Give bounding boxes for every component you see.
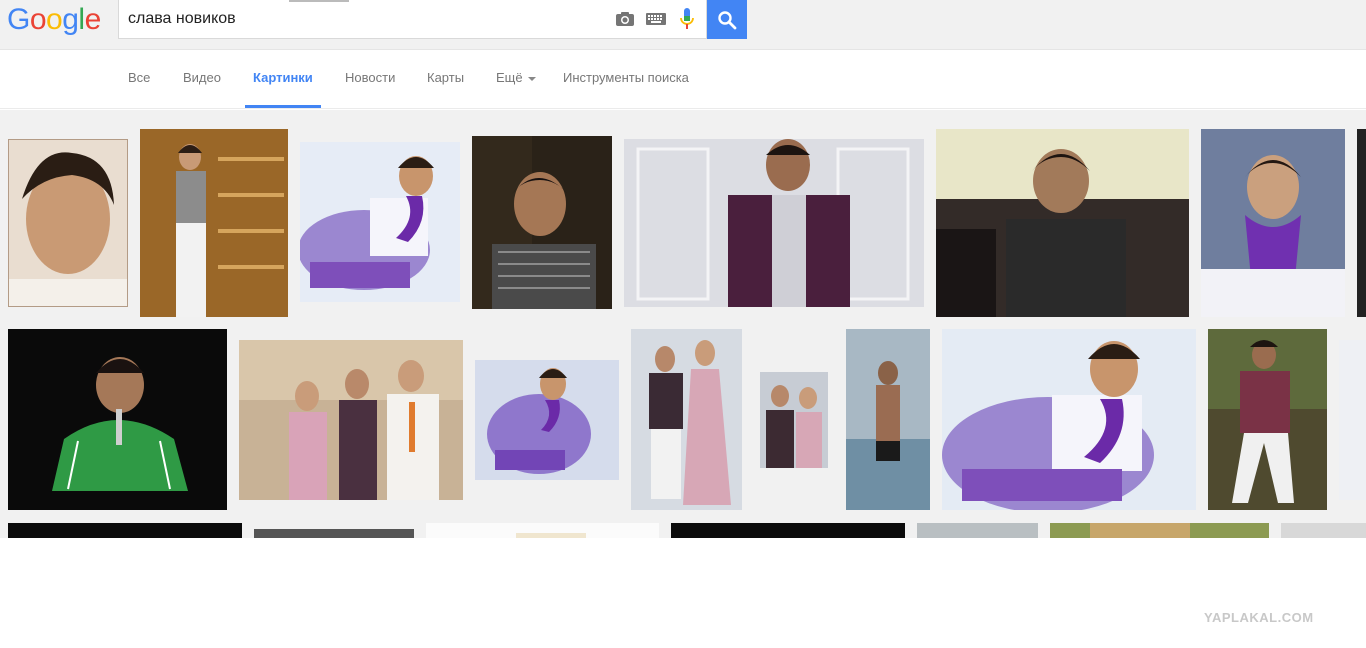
tab-video[interactable]: Видео (183, 51, 221, 109)
image-result[interactable] (846, 329, 930, 510)
image-result[interactable] (631, 329, 742, 510)
tab-images[interactable]: Картинки (253, 51, 313, 109)
image-result[interactable] (1201, 129, 1345, 317)
tab-more-label: Ещё (496, 70, 523, 85)
tab-news[interactable]: Новости (345, 51, 395, 109)
image-result[interactable] (254, 529, 414, 538)
mic-icon[interactable] (676, 7, 698, 30)
camera-icon[interactable] (614, 8, 636, 30)
google-images-page: Google Все Видео Картинки Нов (0, 0, 1366, 648)
logo-letter: e (84, 3, 102, 36)
search-box (118, 0, 707, 39)
search-icon (718, 10, 737, 29)
image-result[interactable] (917, 523, 1038, 538)
active-tab-indicator (245, 105, 321, 108)
image-result[interactable] (624, 139, 924, 307)
image-result[interactable] (475, 360, 619, 480)
google-logo[interactable]: Google (7, 3, 101, 37)
logo-letter: o (46, 3, 63, 36)
tab-maps[interactable]: Карты (427, 51, 464, 109)
image-result[interactable] (8, 139, 128, 307)
tab-all[interactable]: Все (128, 51, 150, 109)
image-result[interactable] (936, 129, 1189, 317)
search-tools (614, 0, 698, 37)
keyboard-icon[interactable] (645, 8, 667, 30)
image-result[interactable] (300, 142, 460, 302)
image-result[interactable] (426, 523, 659, 538)
watermark: YAPLAKAL.COM (1204, 610, 1314, 625)
logo-letter: g (62, 3, 79, 36)
logo-letter: o (29, 3, 47, 36)
tab-more[interactable]: Ещё (496, 51, 536, 109)
image-result[interactable] (472, 136, 612, 309)
image-result[interactable] (140, 129, 288, 317)
logo-letter: G (7, 3, 30, 36)
image-result[interactable] (1050, 523, 1269, 538)
search-button[interactable] (707, 0, 747, 39)
image-result[interactable] (8, 329, 227, 510)
image-result[interactable] (760, 372, 828, 468)
search-tabs: Все Видео Картинки Новости Карты Ещё Инс… (0, 51, 1366, 109)
image-result[interactable] (942, 329, 1196, 510)
image-result[interactable] (8, 523, 242, 538)
top-bar: Google (0, 0, 1366, 50)
search-input[interactable] (119, 0, 609, 37)
image-result[interactable] (239, 340, 463, 500)
image-result[interactable] (1357, 129, 1366, 317)
image-result[interactable] (671, 523, 905, 538)
image-result[interactable] (1208, 329, 1327, 510)
image-result[interactable] (1339, 340, 1366, 500)
chevron-down-icon (527, 76, 536, 81)
image-result[interactable] (1281, 523, 1366, 538)
image-results-grid (0, 110, 1366, 538)
tab-search-tools[interactable]: Инструменты поиска (563, 51, 689, 109)
